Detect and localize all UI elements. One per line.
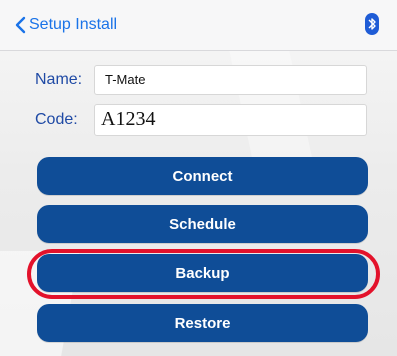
bluetooth-icon[interactable] — [365, 13, 379, 35]
name-field[interactable]: T-Mate — [94, 65, 367, 95]
code-field[interactable]: A1234 — [94, 104, 367, 136]
code-label: Code: — [35, 111, 78, 128]
content-area: Name: T-Mate Code: A1234 Connect Schedul… — [0, 51, 397, 356]
backup-highlight-outline — [27, 249, 380, 299]
connect-button[interactable]: Connect — [37, 157, 368, 195]
name-label: Name: — [35, 71, 83, 88]
navigation-bar: Setup Install — [0, 0, 397, 51]
chevron-left-icon — [15, 16, 26, 34]
schedule-button[interactable]: Schedule — [37, 205, 368, 243]
restore-button[interactable]: Restore — [37, 304, 368, 342]
back-label: Setup Install — [29, 16, 118, 33]
back-button[interactable]: Setup Install — [14, 12, 117, 38]
